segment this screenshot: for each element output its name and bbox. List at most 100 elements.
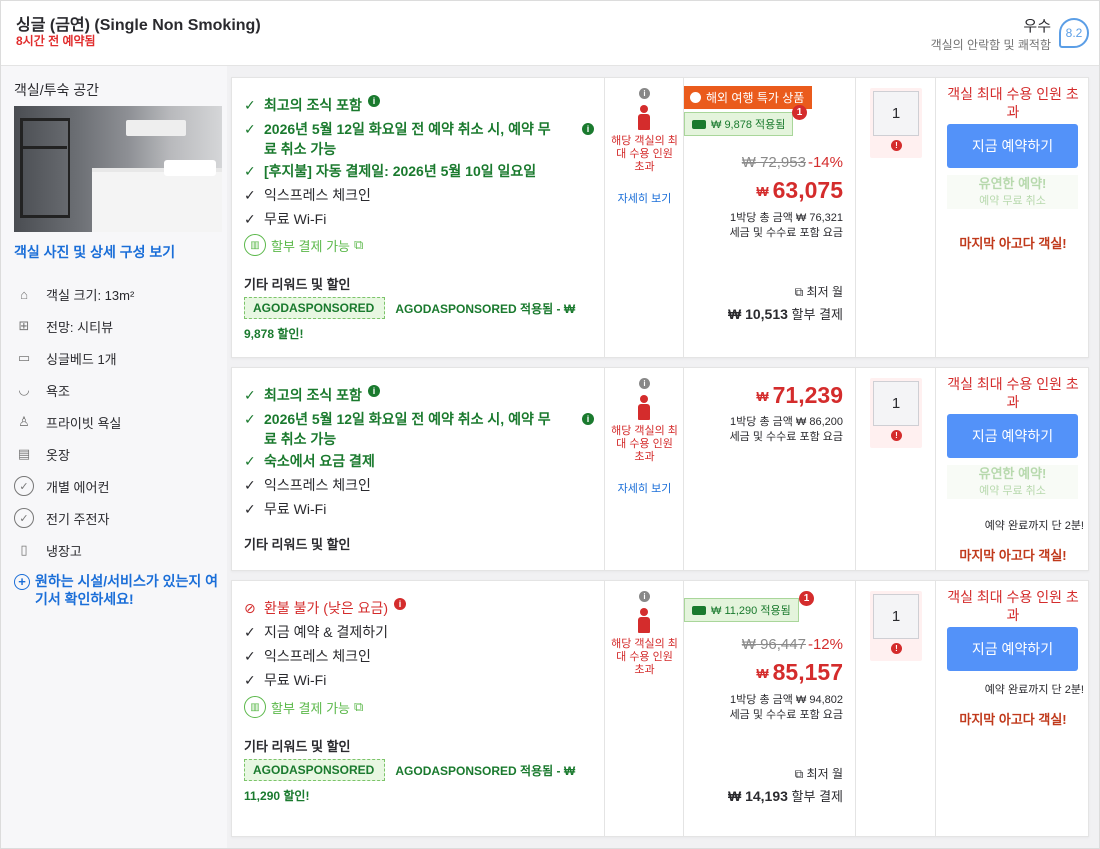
occupancy-warning-text: 해당 객실의 최대 수용 인원 초과: [611, 135, 678, 173]
booked-recent-label: 8시간 전 예약됨: [16, 34, 96, 48]
book-now-button[interactable]: 지금 예약하기: [947, 627, 1078, 671]
photo-air-conditioner: [126, 120, 186, 136]
info-icon[interactable]: i: [582, 123, 594, 135]
check-icon: ✓: [244, 453, 256, 469]
discount-applied-badge: ₩ 11,290 적용됨: [684, 598, 799, 622]
person-icon: [637, 608, 651, 634]
coupon-icon: [692, 119, 706, 129]
last-room-notice: 마지막 아고다 객실!: [959, 548, 1067, 563]
warning-icon: !: [891, 140, 902, 151]
booking-column: 객실 최대 수용 인원 초과 지금 예약하기 예약 완료까지 단 2분! 마지막…: [936, 581, 1090, 836]
quantity-value[interactable]: 1: [873, 594, 919, 639]
amenity-item: ⊞ 전망: 시티뷰: [14, 316, 113, 336]
rate-features: ✓ 최고의 조식 포함 i ✓ 2026년 5월 12일 화요일 전 예약 취소 시,…: [232, 78, 605, 357]
final-price: ₩85,157: [756, 659, 843, 685]
quantity-value[interactable]: 1: [873, 91, 919, 136]
feature-free-cancel: ✓ 2026년 5월 12일 화요일 전 예약 취소 시, 예약 무료 취소 가능…: [244, 409, 594, 449]
house-icon: ⌂: [20, 286, 28, 302]
installment-icon: ▥: [244, 234, 266, 256]
bed-icon: ▭: [17, 350, 31, 365]
tax-note: 세금 및 수수료 포함 요금: [729, 709, 843, 721]
info-icon[interactable]: i: [582, 413, 594, 425]
review-score-subtitle: 객실의 안락함 및 쾌적함: [930, 38, 1051, 52]
check-icon: ✓: [244, 121, 256, 137]
rate-card: ✓ 최고의 조식 포함 i ✓ 2026년 5월 12일 화요일 전 예약 취소 시,…: [231, 367, 1089, 571]
quantity-selector[interactable]: 1 !: [870, 378, 922, 448]
amenity-label: 냉장고: [46, 543, 82, 559]
quantity-value[interactable]: 1: [873, 381, 919, 426]
room-photo[interactable]: [14, 106, 222, 232]
promo-discount-text: 11,290 할인!: [244, 789, 310, 803]
quantity-selector[interactable]: 1 !: [870, 88, 922, 158]
feature-express-checkin: ✓ 익스프레스 체크인: [244, 477, 371, 493]
amenity-item: ▯ 냉장고: [14, 540, 82, 560]
amenity-label: 전망: 시티뷰: [46, 319, 114, 335]
wardrobe-icon: ▤: [17, 446, 31, 461]
amenity-item: ♙ 프라이빗 욕실: [14, 412, 121, 432]
badge-count: 1: [792, 105, 807, 120]
amenity-label: 프라이빗 욕실: [46, 415, 122, 431]
deal-icon: [690, 92, 701, 103]
per-night-total: 1박당 총 금액 ₩ 86,200: [730, 416, 843, 428]
badge-count: 1: [799, 591, 814, 606]
review-score-badge[interactable]: 8.2: [1059, 18, 1089, 48]
room-photo-link[interactable]: 객실 사진 및 상세 구성 보기: [14, 242, 175, 262]
check-circle-icon: ✓: [14, 508, 34, 528]
person-icon: [637, 395, 651, 421]
booking-column: 객실 최대 수용 인원 초과 지금 예약하기 유연한 예약! 예약 무료 취소 …: [936, 368, 1090, 570]
toilet-icon: ♙: [18, 414, 30, 429]
window-icon: ⊞: [18, 318, 30, 333]
installment-available[interactable]: ▥ 할부 결제 가능 ⧉: [244, 234, 363, 256]
book-now-button[interactable]: 지금 예약하기: [947, 414, 1078, 458]
occupancy-warning-text: 해당 객실의 최대 수용 인원 초과: [611, 425, 678, 463]
info-icon[interactable]: i: [394, 598, 407, 610]
installment-available[interactable]: ▥ 할부 결제 가능 ⧉: [244, 696, 363, 718]
amenity-item: ◡ 욕조: [14, 380, 70, 400]
quantity-selector[interactable]: 1 !: [870, 591, 922, 661]
person-icon: [637, 105, 651, 131]
feature-wifi: ✓ 무료 Wi-Fi: [244, 501, 327, 517]
amenity-label: 옷장: [46, 447, 70, 463]
promo-applied-text: AGODASPONSORED 적용됨 - ₩: [395, 301, 576, 316]
book-now-button[interactable]: 지금 예약하기: [947, 124, 1078, 168]
feature-express-checkin: ✓ 익스프레스 체크인: [244, 648, 371, 664]
installment-icon: ▥: [244, 696, 266, 718]
check-icon: ✓: [244, 187, 256, 203]
amenity-item: ✓ 개별 에어컨: [14, 476, 109, 496]
occupancy-detail-link[interactable]: 자세히 보기: [611, 191, 678, 207]
info-icon[interactable]: i: [367, 95, 380, 107]
check-icon: ✓: [244, 97, 256, 113]
occupancy-detail-link[interactable]: 자세히 보기: [611, 481, 678, 497]
check-icon: ✓: [244, 648, 256, 664]
info-icon[interactable]: i: [367, 385, 380, 397]
check-icon: ✓: [244, 477, 256, 493]
rate-features: ✓ 최고의 조식 포함 i ✓ 2026년 5월 12일 화요일 전 예약 취소 시,…: [232, 368, 605, 570]
feature-wifi: ✓ 무료 Wi-Fi: [244, 211, 327, 227]
feature-breakfast: ✓ 최고의 조식 포함 i: [244, 385, 380, 405]
promo-row: AGODASPONSORED AGODASPONSORED 적용됨 - ₩: [244, 297, 575, 319]
tax-note: 세금 및 수수료 포함 요금: [729, 431, 843, 443]
capacity-warning: 객실 최대 수용 인원 초과: [947, 589, 1079, 623]
booking-countdown: 예약 완료까지 단 2분!: [984, 520, 1084, 532]
feature-express-checkin: ✓ 익스프레스 체크인: [244, 187, 371, 203]
photo-bed: [92, 168, 222, 232]
facility-check-link[interactable]: + 원하는 시설/서비스가 있는지 여기서 확인하세요!: [14, 572, 224, 608]
per-night-total: 1박당 총 금액 ₩ 76,321: [730, 212, 843, 224]
feature-pay-later: ✓ [후지불] 자동 결제일: 2026년 5월 10일 일요일: [244, 163, 537, 179]
amenity-item: ▤ 옷장: [14, 444, 70, 464]
other-rewards-title: 기타 리워드 및 할인: [244, 277, 351, 292]
feature-free-cancel: ✓ 2026년 5월 12일 화요일 전 예약 취소 시, 예약 무료 취소 가능…: [244, 119, 594, 159]
amenity-item: ✓ 전기 주전자: [14, 508, 109, 528]
feature-pay-now: ✓ 지금 예약 & 결제하기: [244, 624, 389, 640]
feature-breakfast: ✓ 최고의 조식 포함 i: [244, 95, 380, 115]
external-link-icon: ⧉: [794, 767, 807, 781]
check-icon: ✓: [244, 387, 256, 403]
booking-column: 객실 최대 수용 인원 초과 지금 예약하기 유연한 예약! 예약 무료 취소 …: [936, 78, 1090, 357]
check-icon: ✓: [244, 672, 256, 688]
min-monthly-label: ⧉ 최저 월: [794, 767, 843, 781]
check-circle-icon: ✓: [14, 476, 34, 496]
info-icon[interactable]: i: [639, 88, 650, 99]
feature-wifi: ✓ 무료 Wi-Fi: [244, 672, 327, 688]
info-icon[interactable]: i: [639, 378, 650, 389]
info-icon[interactable]: i: [639, 591, 650, 602]
